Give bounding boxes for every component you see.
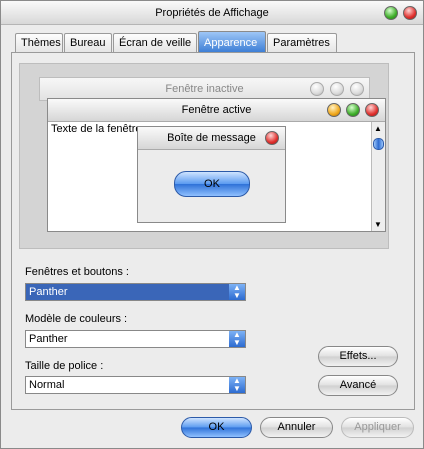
advanced-label: Avancé xyxy=(339,379,377,391)
inactive-window-title: Fenêtre inactive xyxy=(165,83,244,95)
tab-screensaver[interactable]: Écran de veille xyxy=(113,33,197,53)
active-maximize-icon xyxy=(346,103,360,117)
color-scheme-value: Panther xyxy=(29,333,68,345)
apply-label: Appliquer xyxy=(354,421,401,433)
tab-label: Écran de veille xyxy=(119,37,192,49)
dropdown-arrow-icon: ▲ ▼ xyxy=(229,284,245,300)
cancel-label: Annuler xyxy=(277,421,316,433)
tab-label: Apparence xyxy=(204,37,258,49)
message-box-preview: Boîte de message OK xyxy=(137,126,286,223)
font-size-value: Normal xyxy=(29,379,65,391)
inactive-close-icon xyxy=(350,82,364,96)
tab-label: Paramètres xyxy=(273,37,330,49)
message-box-titlebar: Boîte de message xyxy=(138,127,285,150)
tab-appearance[interactable]: Apparence xyxy=(198,31,266,53)
windows-buttons-label: Fenêtres et boutons : xyxy=(25,266,129,278)
dropdown-arrow-icon: ▲ ▼ xyxy=(229,377,245,393)
maximize-button[interactable] xyxy=(384,6,398,20)
tab-settings[interactable]: Paramètres xyxy=(267,33,337,53)
advanced-button[interactable]: Avancé xyxy=(318,375,398,396)
message-ok-label: OK xyxy=(204,178,220,190)
font-size-label: Taille de police : xyxy=(25,360,104,372)
ok-button[interactable]: OK xyxy=(181,417,252,438)
tab-label: Bureau xyxy=(70,37,106,49)
color-scheme-label: Modèle de couleurs : xyxy=(25,313,128,325)
effects-button[interactable]: Effets... xyxy=(318,346,398,367)
close-button[interactable] xyxy=(403,6,417,20)
message-box-title: Boîte de message xyxy=(167,132,256,144)
windows-buttons-value: Panther xyxy=(29,286,68,298)
effects-label: Effets... xyxy=(339,350,377,362)
windows-buttons-select[interactable]: Panther ▲ ▼ xyxy=(25,283,246,301)
scroll-up-icon: ▲ xyxy=(374,124,382,133)
font-size-select[interactable]: Normal ▲ ▼ xyxy=(25,376,246,394)
active-window-titlebar: Fenêtre active xyxy=(48,99,385,122)
inactive-maximize-icon xyxy=(330,82,344,96)
title-bar[interactable]: Propriétés de Affichage xyxy=(1,1,423,25)
color-scheme-select[interactable]: Panther ▲ ▼ xyxy=(25,330,246,348)
active-window-title: Fenêtre active xyxy=(181,104,252,116)
window-title: Propriétés de Affichage xyxy=(155,7,269,19)
tab-themes[interactable]: Thèmes xyxy=(15,33,63,53)
cancel-button[interactable]: Annuler xyxy=(260,417,333,438)
tab-desktop[interactable]: Bureau xyxy=(64,33,112,53)
display-properties-window: Propriétés de Affichage Thèmes Bureau Éc… xyxy=(0,0,424,449)
message-ok-button-preview: OK xyxy=(174,171,250,197)
scroll-thumb xyxy=(373,138,384,150)
tab-label: Thèmes xyxy=(21,37,61,49)
active-close-icon xyxy=(365,103,379,117)
active-minimize-icon xyxy=(327,103,341,117)
apply-button[interactable]: Appliquer xyxy=(341,417,414,438)
ok-label: OK xyxy=(208,421,225,433)
dropdown-arrow-icon: ▲ ▼ xyxy=(229,331,245,347)
message-close-icon xyxy=(265,131,279,145)
scroll-down-icon: ▼ xyxy=(374,220,382,229)
inactive-minimize-icon xyxy=(310,82,324,96)
preview-scrollbar: ▲ ▼ xyxy=(371,122,385,231)
window-text-sample: Texte de la fenêtre xyxy=(51,123,142,135)
